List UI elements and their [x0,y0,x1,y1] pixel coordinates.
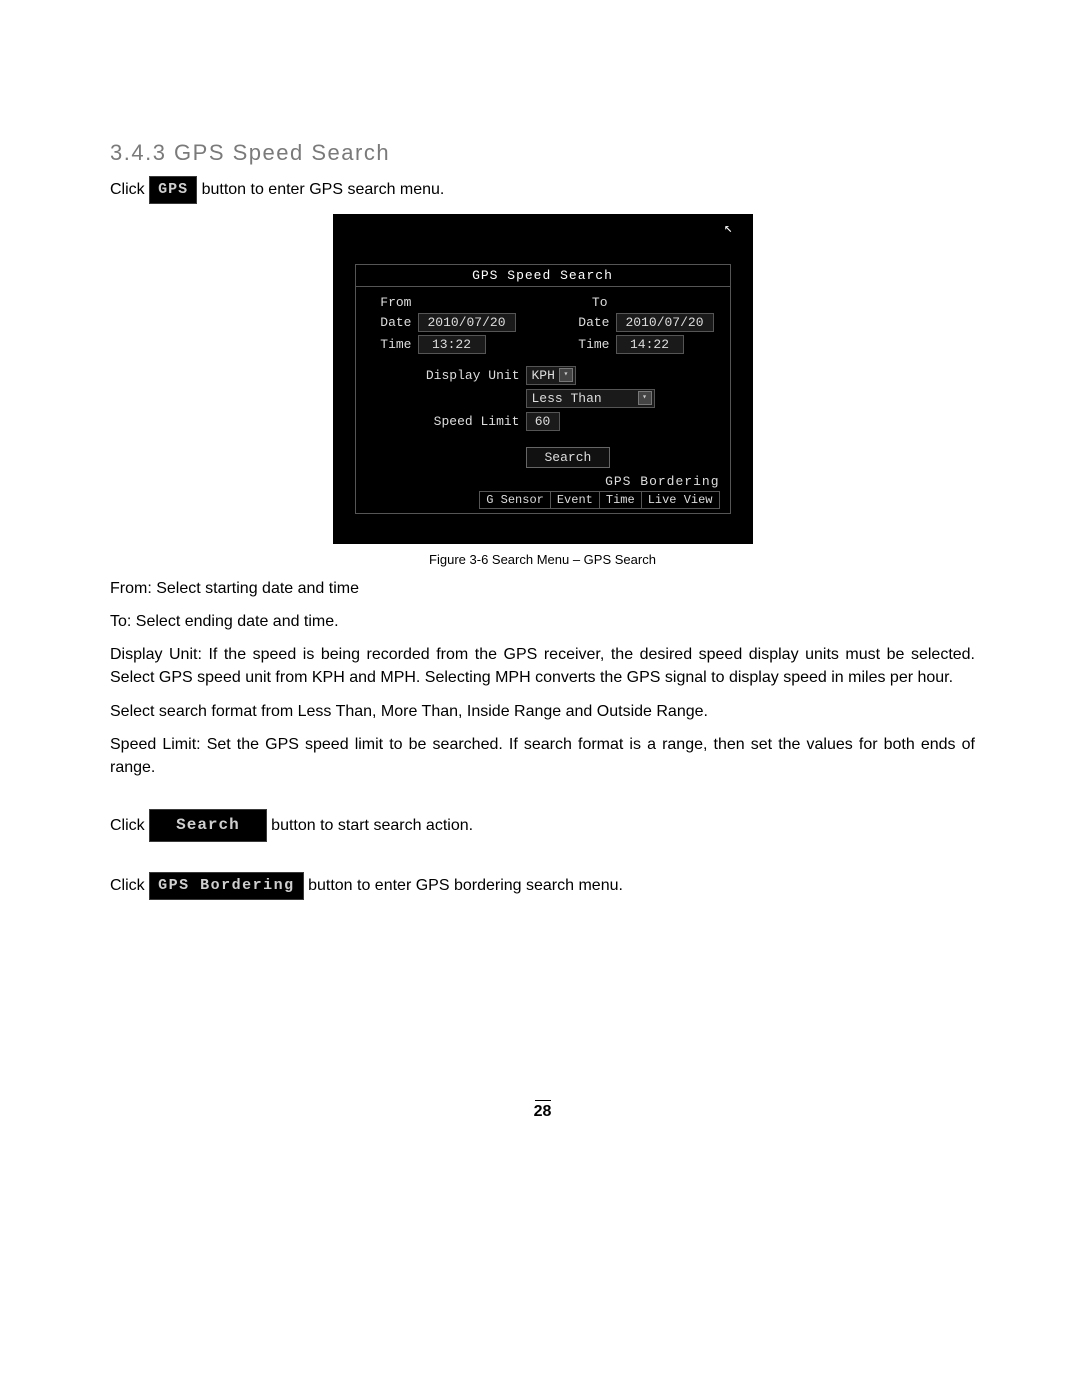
display-unit-label: Display Unit [400,368,520,383]
figure: ↖ GPS Speed Search From To Date 2010/07/… [110,214,975,567]
def-speed-limit-label: Speed Limit: [110,736,207,753]
def-format: Select search format from Less Than, Mor… [110,700,975,723]
click-search-post: button to start search action. [267,817,473,834]
to-time-label: Time [570,337,610,352]
to-time-field[interactable]: 14:22 [616,335,684,354]
click-search-line: Click Search button to start search acti… [110,809,975,842]
def-to-label: To: [110,613,136,630]
click-bordering-line: Click GPS Bordering button to enter GPS … [110,872,975,900]
tab-live-view[interactable]: Live View [641,491,720,509]
search-button[interactable]: Search [526,447,611,468]
def-display-unit-label: Display Unit: [110,646,208,663]
gps-bordering-inline-button: GPS Bordering [149,872,304,900]
def-speed-limit: Speed Limit: Set the GPS speed limit to … [110,733,975,779]
search-inline-button: Search [149,809,267,842]
page-number: 28 [110,1100,975,1121]
intro-post: button to enter GPS search menu. [197,181,444,198]
cursor-icon: ↖ [724,220,732,237]
condition-select[interactable]: Less Than ▾ [526,389,655,408]
def-display-unit-text: If the speed is being recorded from the … [110,646,975,686]
def-speed-limit-text: Set the GPS speed limit to be searched. … [110,736,975,776]
intro-line: Click GPS button to enter GPS search men… [110,176,975,204]
from-date-field[interactable]: 2010/07/20 [418,313,516,332]
chevron-down-icon: ▾ [638,391,652,405]
to-label: To [592,295,648,310]
click-search-pre: Click [110,817,149,834]
to-date-field[interactable]: 2010/07/20 [616,313,714,332]
intro-pre: Click [110,181,149,198]
from-time-label: Time [372,337,412,352]
click-bordering-pre: Click [110,877,149,894]
speed-limit-field[interactable]: 60 [526,412,560,431]
def-from: From: Select starting date and time [110,577,975,600]
speed-limit-label: Speed Limit [400,414,520,429]
display-unit-value: KPH [532,368,555,383]
from-label: From [372,295,412,310]
tab-time[interactable]: Time [599,491,642,509]
figure-caption: Figure 3-6 Search Menu – GPS Search [110,552,975,567]
gps-bordering-link[interactable]: GPS Bordering [366,474,720,489]
def-from-label: From: [110,580,156,597]
chevron-down-icon: ▾ [559,368,573,382]
to-date-label: Date [570,315,610,330]
from-date-label: Date [372,315,412,330]
def-to-text: Select ending date and time. [136,613,339,630]
def-display-unit: Display Unit: If the speed is being reco… [110,643,975,689]
section-heading: 3.4.3 GPS Speed Search [110,140,975,166]
display-unit-select[interactable]: KPH ▾ [526,366,576,385]
gps-search-panel: GPS Speed Search From To Date 2010/07/20… [355,264,731,514]
condition-value: Less Than [532,391,602,406]
def-to: To: Select ending date and time. [110,610,975,633]
gps-button: GPS [149,176,197,204]
from-time-field[interactable]: 13:22 [418,335,486,354]
tab-g-sensor[interactable]: G Sensor [479,491,551,509]
panel-title: GPS Speed Search [356,265,730,287]
tab-event[interactable]: Event [550,491,600,509]
gps-search-screenshot: ↖ GPS Speed Search From To Date 2010/07/… [333,214,753,544]
click-bordering-post: button to enter GPS bordering search men… [304,877,623,894]
page-number-value: 28 [534,1103,552,1120]
def-from-text: Select starting date and time [156,580,359,597]
